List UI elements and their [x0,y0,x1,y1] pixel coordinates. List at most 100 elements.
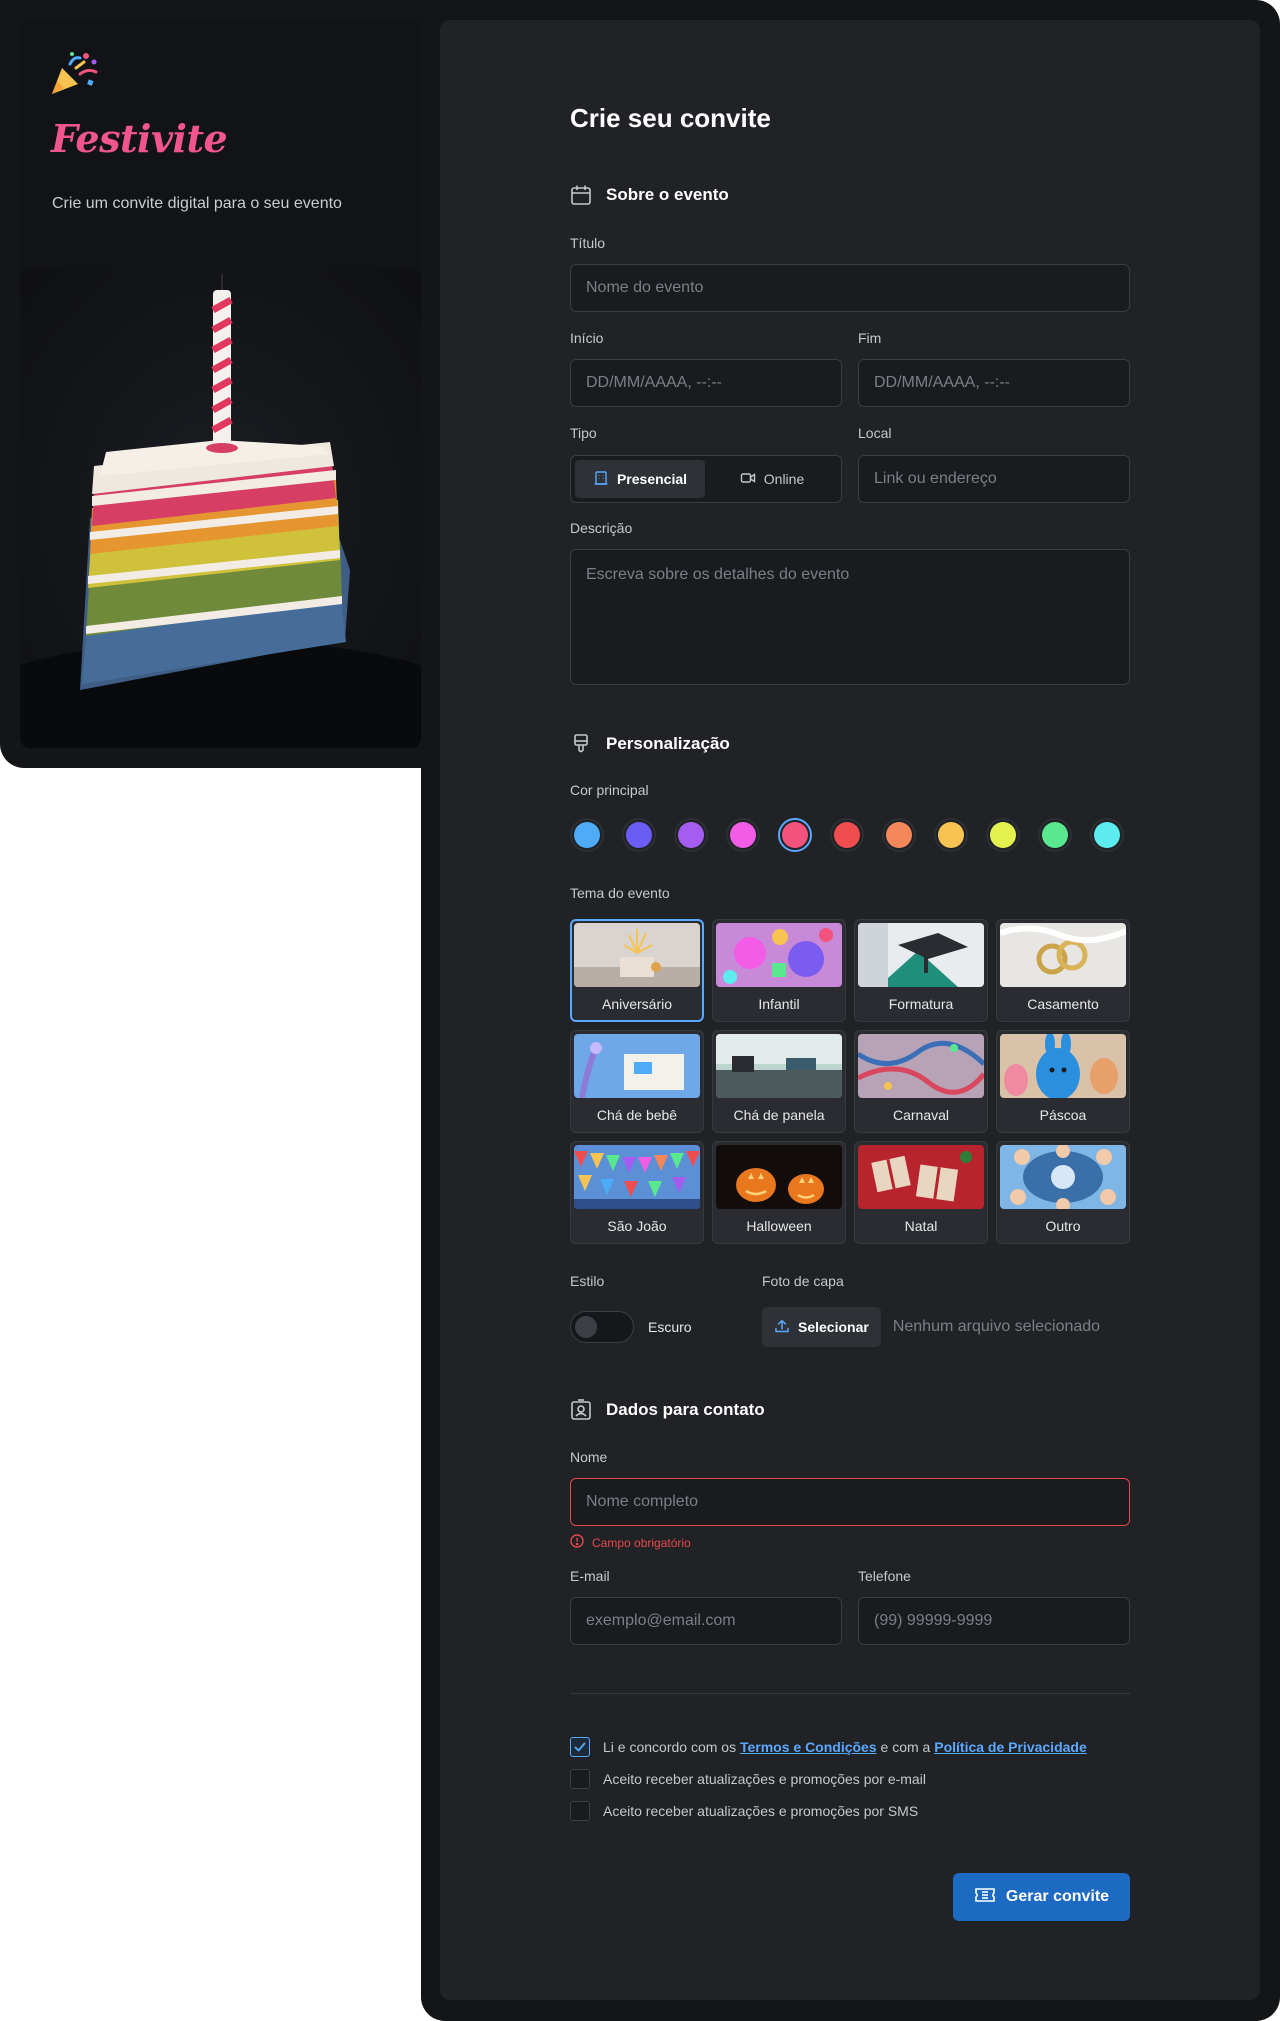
brand-logo-text: Festivite [51,116,228,161]
file-status-text: Nenhum arquivo selecionado [892,1318,1101,1335]
terms-checkbox[interactable] [570,1737,590,1757]
start-label: Início [570,330,604,346]
color-swatch[interactable] [778,818,812,852]
section-custom-title: Personalização [606,734,730,753]
dark-mode-toggle[interactable] [570,1311,634,1343]
alert-circle-icon [570,1534,584,1551]
section-event-header: Sobre o evento [570,184,729,206]
theme-name: Formatura [888,996,954,1012]
theme-card[interactable]: Natal [854,1141,988,1244]
email-label: E-mail [570,1568,610,1584]
theme-card[interactable]: Chá de bebê [570,1030,704,1133]
theme-card[interactable]: Outro [996,1141,1130,1244]
theme-name: Chá de panela [733,1107,825,1123]
start-datetime-input[interactable]: DD/MM/AAAA, --:-- [570,359,842,407]
type-online-button[interactable]: Online [707,460,837,498]
theme-thumbnail [1000,1145,1126,1209]
color-dot [730,822,756,848]
color-swatch[interactable] [1038,818,1072,852]
sms-optin-checkbox[interactable] [570,1801,590,1821]
color-swatch[interactable] [570,818,604,852]
location-placeholder: Link ou endereço [874,470,997,487]
color-swatch[interactable] [1090,818,1124,852]
theme-name: Halloween [746,1218,812,1234]
location-input[interactable]: Link ou endereço [858,455,1130,503]
event-type-toggle: Presencial Online [570,455,842,503]
start-placeholder: DD/MM/AAAA, --:-- [586,374,722,391]
color-label: Cor principal [570,782,649,798]
generate-invite-label: Gerar convite [1005,1888,1110,1905]
sms-optin-text: Aceito receber atualizações e promoções … [603,1803,919,1819]
theme-name: Natal [904,1218,938,1234]
theme-thumbnail [1000,1034,1126,1098]
style-label: Estilo [570,1273,605,1289]
theme-thumbnail [574,923,700,987]
style-value-label: Escuro [648,1319,692,1335]
phone-placeholder: (99) 99999-9999 [874,1612,993,1629]
theme-card[interactable]: São João [570,1141,704,1244]
theme-name: Páscoa [1039,1107,1087,1123]
terms-link[interactable]: Termos e Condições [740,1739,877,1755]
type-presencial-button[interactable]: Presencial [575,460,705,498]
select-file-label: Selecionar [798,1319,869,1335]
theme-card[interactable]: Aniversário [570,919,704,1022]
description-textarea[interactable]: Escreva sobre os detalhes do evento [570,549,1130,685]
end-datetime-input[interactable]: DD/MM/AAAA, --:-- [858,359,1130,407]
style-switch-row: Escuro [570,1311,692,1343]
terms-middle: e com a [880,1739,931,1755]
theme-thumbnail [574,1034,700,1098]
color-swatch[interactable] [882,818,916,852]
phone-label: Telefone [858,1568,911,1584]
select-file-button[interactable]: Selecionar [762,1307,881,1347]
theme-card[interactable]: Formatura [854,919,988,1022]
email-optin-row: Aceito receber atualizações e promoções … [570,1769,926,1789]
email-optin-text: Aceito receber atualizações e promoções … [603,1771,926,1787]
theme-card[interactable]: Casamento [996,919,1130,1022]
phone-input[interactable]: (99) 99999-9999 [858,1597,1130,1645]
name-placeholder: Nome completo [586,1493,699,1510]
hero-panel: Festivite Crie um convite digital para o… [20,20,421,748]
theme-card[interactable]: Páscoa [996,1030,1130,1133]
type-online-label: Online [763,471,805,487]
section-custom-header: Personalização [570,733,730,755]
theme-thumbnail [716,1034,842,1098]
color-swatch[interactable] [934,818,968,852]
color-swatch[interactable] [674,818,708,852]
theme-thumbnail [858,923,984,987]
email-input[interactable]: exemplo@email.com [570,1597,842,1645]
theme-card[interactable]: Carnaval [854,1030,988,1133]
theme-thumbnail [858,1145,984,1209]
section-contact-header: Dados para contato [570,1399,765,1421]
party-popper-icon [50,50,100,100]
color-swatch[interactable] [986,818,1020,852]
color-picker [570,818,1124,852]
theme-name: São João [607,1218,667,1234]
sms-optin-row: Aceito receber atualizações e promoções … [570,1801,918,1821]
color-swatch[interactable] [622,818,656,852]
description-label: Descrição [570,520,633,536]
theme-name: Carnaval [892,1107,950,1123]
page-title: Crie seu convite [570,103,771,133]
generate-invite-button[interactable]: Gerar convite [953,1873,1130,1921]
ticket-icon [974,1886,996,1909]
color-dot [834,822,860,848]
theme-card[interactable]: Infantil [712,919,846,1022]
theme-card[interactable]: Halloween [712,1141,846,1244]
theme-thumbnail [716,1145,842,1209]
privacy-link[interactable]: Política de Privacidade [934,1739,1087,1755]
cover-label: Foto de capa [762,1273,844,1289]
color-swatch[interactable] [830,818,864,852]
description-placeholder: Escreva sobre os detalhes do evento [586,566,850,583]
theme-card[interactable]: Chá de panela [712,1030,846,1133]
title-input[interactable]: Nome do evento [570,264,1130,312]
name-input[interactable]: Nome completo [570,1478,1130,1526]
color-swatch[interactable] [726,818,760,852]
toggle-knob [575,1316,597,1338]
email-optin-checkbox[interactable] [570,1769,590,1789]
section-event-title: Sobre o evento [606,185,729,204]
brand-tagline: Crie um convite digital para o seu event… [52,195,342,212]
color-dot [1094,822,1120,848]
end-label: Fim [858,330,882,346]
cake-hero-image [20,270,421,748]
type-label: Tipo [570,425,597,441]
